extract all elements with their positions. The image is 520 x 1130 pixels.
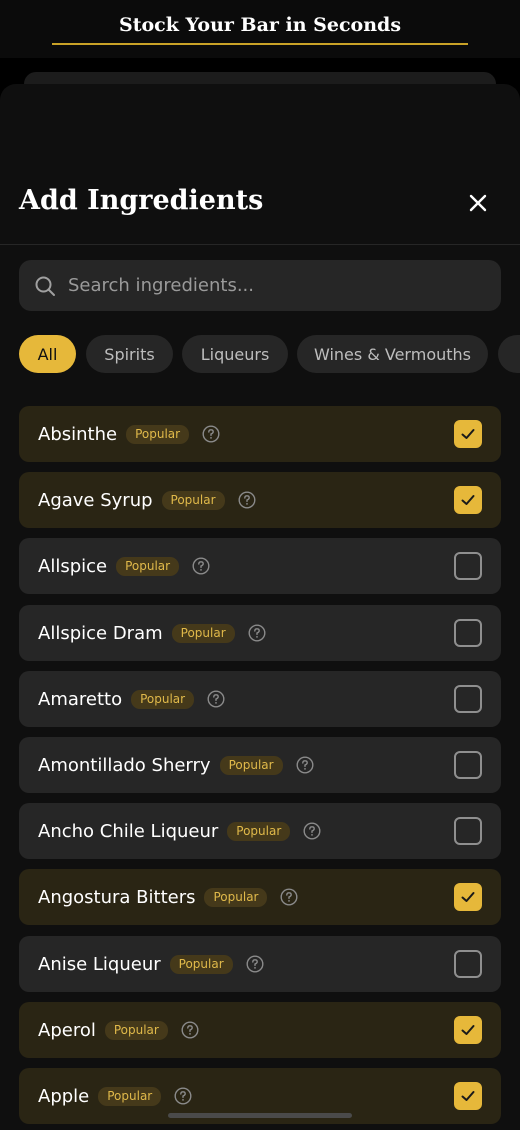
search-bar[interactable] xyxy=(19,260,501,311)
ingredient-row[interactable]: Ancho Chile Liqueur Popular xyxy=(19,803,501,859)
filter-chip-more[interactable] xyxy=(498,335,520,373)
help-icon[interactable] xyxy=(246,955,264,973)
ingredient-checkbox[interactable] xyxy=(454,817,482,845)
popular-badge: Popular xyxy=(116,556,180,576)
filter-chip-spirits[interactable]: Spirits xyxy=(86,335,173,373)
ingredient-row[interactable]: Absinthe Popular xyxy=(19,406,501,462)
help-icon[interactable] xyxy=(181,1021,199,1039)
ingredient-checkbox[interactable] xyxy=(454,950,482,978)
popular-badge: Popular xyxy=(171,623,235,643)
search-icon xyxy=(35,276,55,296)
filter-chip-liqueurs[interactable]: Liqueurs xyxy=(182,335,288,373)
ingredient-name: Angostura Bitters xyxy=(38,886,196,908)
ingredient-name: Agave Syrup xyxy=(38,489,153,511)
popular-badge: Popular xyxy=(227,821,291,841)
ingredient-row[interactable]: Agave Syrup Popular xyxy=(19,472,501,528)
ingredient-row[interactable]: Allspice Dram Popular xyxy=(19,605,501,661)
ingredient-name: Amaretto xyxy=(38,688,123,710)
ingredient-name: Apple xyxy=(38,1085,90,1107)
ingredient-checkbox[interactable] xyxy=(454,1016,482,1044)
popular-badge: Popular xyxy=(219,755,283,775)
ingredient-name: Allspice xyxy=(38,555,108,577)
help-icon[interactable] xyxy=(248,624,266,642)
help-icon[interactable] xyxy=(238,491,256,509)
ingredient-checkbox[interactable] xyxy=(454,486,482,514)
filter-chip-all[interactable]: All xyxy=(19,335,76,373)
ingredient-row[interactable]: Allspice Popular xyxy=(19,538,501,594)
help-icon[interactable] xyxy=(207,690,225,708)
filter-chips: All Spirits Liqueurs Wines & Vermouths xyxy=(19,335,520,373)
ingredient-name: Aperol xyxy=(38,1019,96,1041)
header-divider xyxy=(0,244,520,245)
check-icon xyxy=(461,429,475,439)
ingredient-row[interactable]: Amaretto Popular xyxy=(19,671,501,727)
check-icon xyxy=(461,495,475,505)
check-icon xyxy=(461,892,475,902)
title-underline xyxy=(52,43,468,45)
popular-badge: Popular xyxy=(204,887,268,907)
ingredient-checkbox[interactable] xyxy=(454,1082,482,1110)
help-icon[interactable] xyxy=(192,557,210,575)
ingredient-checkbox[interactable] xyxy=(454,883,482,911)
popular-badge: Popular xyxy=(126,424,190,444)
help-icon[interactable] xyxy=(174,1087,192,1105)
popular-badge: Popular xyxy=(169,954,233,974)
ingredient-row[interactable]: Angostura Bitters Popular xyxy=(19,869,501,925)
filter-chip-wines-vermouths[interactable]: Wines & Vermouths xyxy=(297,335,488,373)
help-icon[interactable] xyxy=(280,888,298,906)
ingredient-row[interactable]: Aperol Popular xyxy=(19,1002,501,1058)
ingredient-name: Allspice Dram xyxy=(38,622,163,644)
check-icon xyxy=(461,1091,475,1101)
ingredient-row[interactable]: Anise Liqueur Popular xyxy=(19,936,501,992)
close-button[interactable] xyxy=(460,185,496,221)
check-icon xyxy=(461,1025,475,1035)
ingredient-checkbox[interactable] xyxy=(454,619,482,647)
popular-badge: Popular xyxy=(161,490,225,510)
search-input[interactable] xyxy=(68,275,468,296)
ingredient-row[interactable]: Amontillado Sherry Popular xyxy=(19,737,501,793)
help-icon[interactable] xyxy=(296,756,314,774)
help-icon[interactable] xyxy=(303,822,321,840)
popular-badge: Popular xyxy=(98,1086,162,1106)
home-indicator xyxy=(168,1113,352,1118)
ingredient-checkbox[interactable] xyxy=(454,552,482,580)
popular-badge: Popular xyxy=(104,1020,168,1040)
ingredient-name: Ancho Chile Liqueur xyxy=(38,820,219,842)
ingredient-name: Absinthe xyxy=(38,423,118,445)
ingredient-name: Anise Liqueur xyxy=(38,953,161,975)
ingredient-checkbox[interactable] xyxy=(454,751,482,779)
ingredient-checkbox[interactable] xyxy=(454,685,482,713)
close-icon xyxy=(469,194,487,212)
ingredient-name: Amontillado Sherry xyxy=(38,754,211,776)
ingredient-checkbox[interactable] xyxy=(454,420,482,448)
page-title: Stock Your Bar in Seconds xyxy=(118,14,402,36)
sheet-title: Add Ingredients xyxy=(19,185,264,216)
popular-badge: Popular xyxy=(131,689,195,709)
help-icon[interactable] xyxy=(202,425,220,443)
